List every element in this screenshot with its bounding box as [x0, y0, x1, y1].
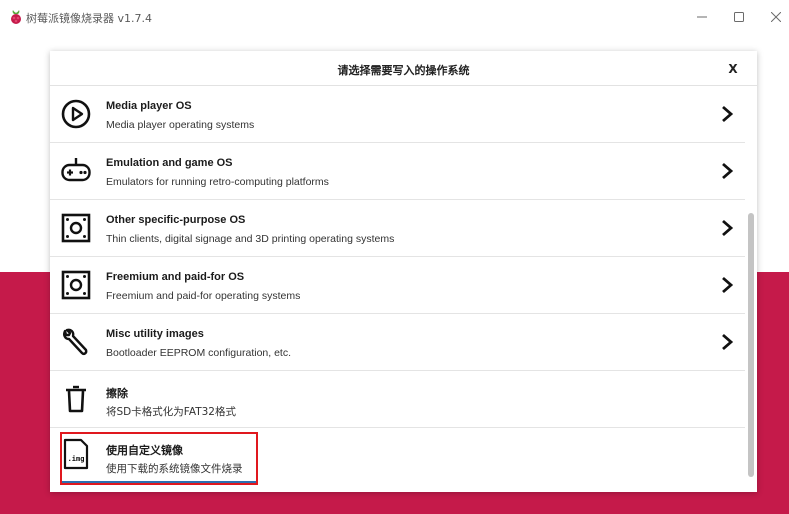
img-file-label: .img: [68, 455, 85, 463]
list-item-other-specific-purpose-os[interactable]: Other specific-purpose OS Thin clients, …: [50, 200, 745, 257]
minimize-button[interactable]: [693, 8, 711, 26]
maximize-icon: [734, 12, 744, 22]
trash-icon: [66, 385, 86, 413]
maximize-button[interactable]: [730, 8, 748, 26]
chevron-right-icon[interactable]: [720, 105, 734, 123]
chevron-right-icon[interactable]: [720, 276, 734, 294]
gamepad-icon: [61, 158, 91, 182]
wrench-icon: [63, 328, 88, 355]
item-description: Bootloader EEPROM configuration, etc.: [106, 347, 292, 359]
item-name: Emulation and game OS: [106, 157, 233, 169]
img-file-icon: .img: [63, 438, 89, 470]
item-description: Media player operating systems: [106, 119, 255, 131]
item-name: Freemium and paid-for OS: [106, 271, 245, 283]
chevron-right-icon[interactable]: [720, 333, 734, 351]
list-item-erase[interactable]: 擦除 将SD卡格式化为FAT32格式: [50, 371, 745, 428]
window-close-button[interactable]: [767, 8, 785, 26]
play-circle-icon: [61, 99, 91, 129]
dialog-header: 请选择需要写入的操作系统 X: [50, 51, 757, 86]
scrollbar-thumb[interactable]: [748, 213, 754, 477]
list-item-freemium-paid-os[interactable]: Freemium and paid-for OS Freemium and pa…: [50, 257, 745, 314]
list-item-misc-utility-images[interactable]: Misc utility images Bootloader EEPROM co…: [50, 314, 745, 371]
board-icon: [61, 270, 91, 300]
title-bar: 树莓派镜像烧录器 v1.7.4: [0, 0, 789, 34]
item-description: Thin clients, digital signage and 3D pri…: [106, 233, 395, 245]
item-name: Other specific-purpose OS: [106, 214, 246, 226]
os-select-dialog: 请选择需要写入的操作系统 X Media player OS Media pla…: [50, 51, 757, 492]
item-name: 使用自定义镜像: [106, 444, 183, 457]
list-item-use-custom-image[interactable]: .img 使用自定义镜像 使用下载的系统镜像文件烧录: [50, 428, 745, 484]
item-description: Emulators for running retro-computing pl…: [106, 176, 329, 188]
list-item-emulation-game-os[interactable]: Emulation and game OS Emulators for runn…: [50, 143, 745, 200]
item-name: Media player OS: [106, 100, 192, 112]
item-description: Freemium and paid-for operating systems: [106, 290, 301, 302]
os-list: Media player OS Media player operating s…: [50, 86, 745, 484]
dialog-title: 请选择需要写入的操作系统: [337, 64, 470, 77]
item-name: Misc utility images: [106, 328, 204, 340]
window-title: 树莓派镜像烧录器 v1.7.4: [26, 12, 152, 25]
selection-underline: [62, 481, 256, 483]
chevron-right-icon[interactable]: [720, 219, 734, 237]
raspberry-logo-icon: [11, 10, 21, 24]
dialog-close-button[interactable]: X: [722, 59, 744, 79]
list-item-media-player-os[interactable]: Media player OS Media player operating s…: [50, 86, 745, 143]
item-description: 使用下载的系统镜像文件烧录: [106, 463, 243, 475]
chevron-right-icon[interactable]: [720, 162, 734, 180]
board-icon: [61, 213, 91, 243]
item-name: 擦除: [106, 387, 128, 400]
item-description: 将SD卡格式化为FAT32格式: [106, 406, 236, 418]
minimize-icon: [697, 16, 707, 18]
close-icon: [771, 12, 781, 22]
